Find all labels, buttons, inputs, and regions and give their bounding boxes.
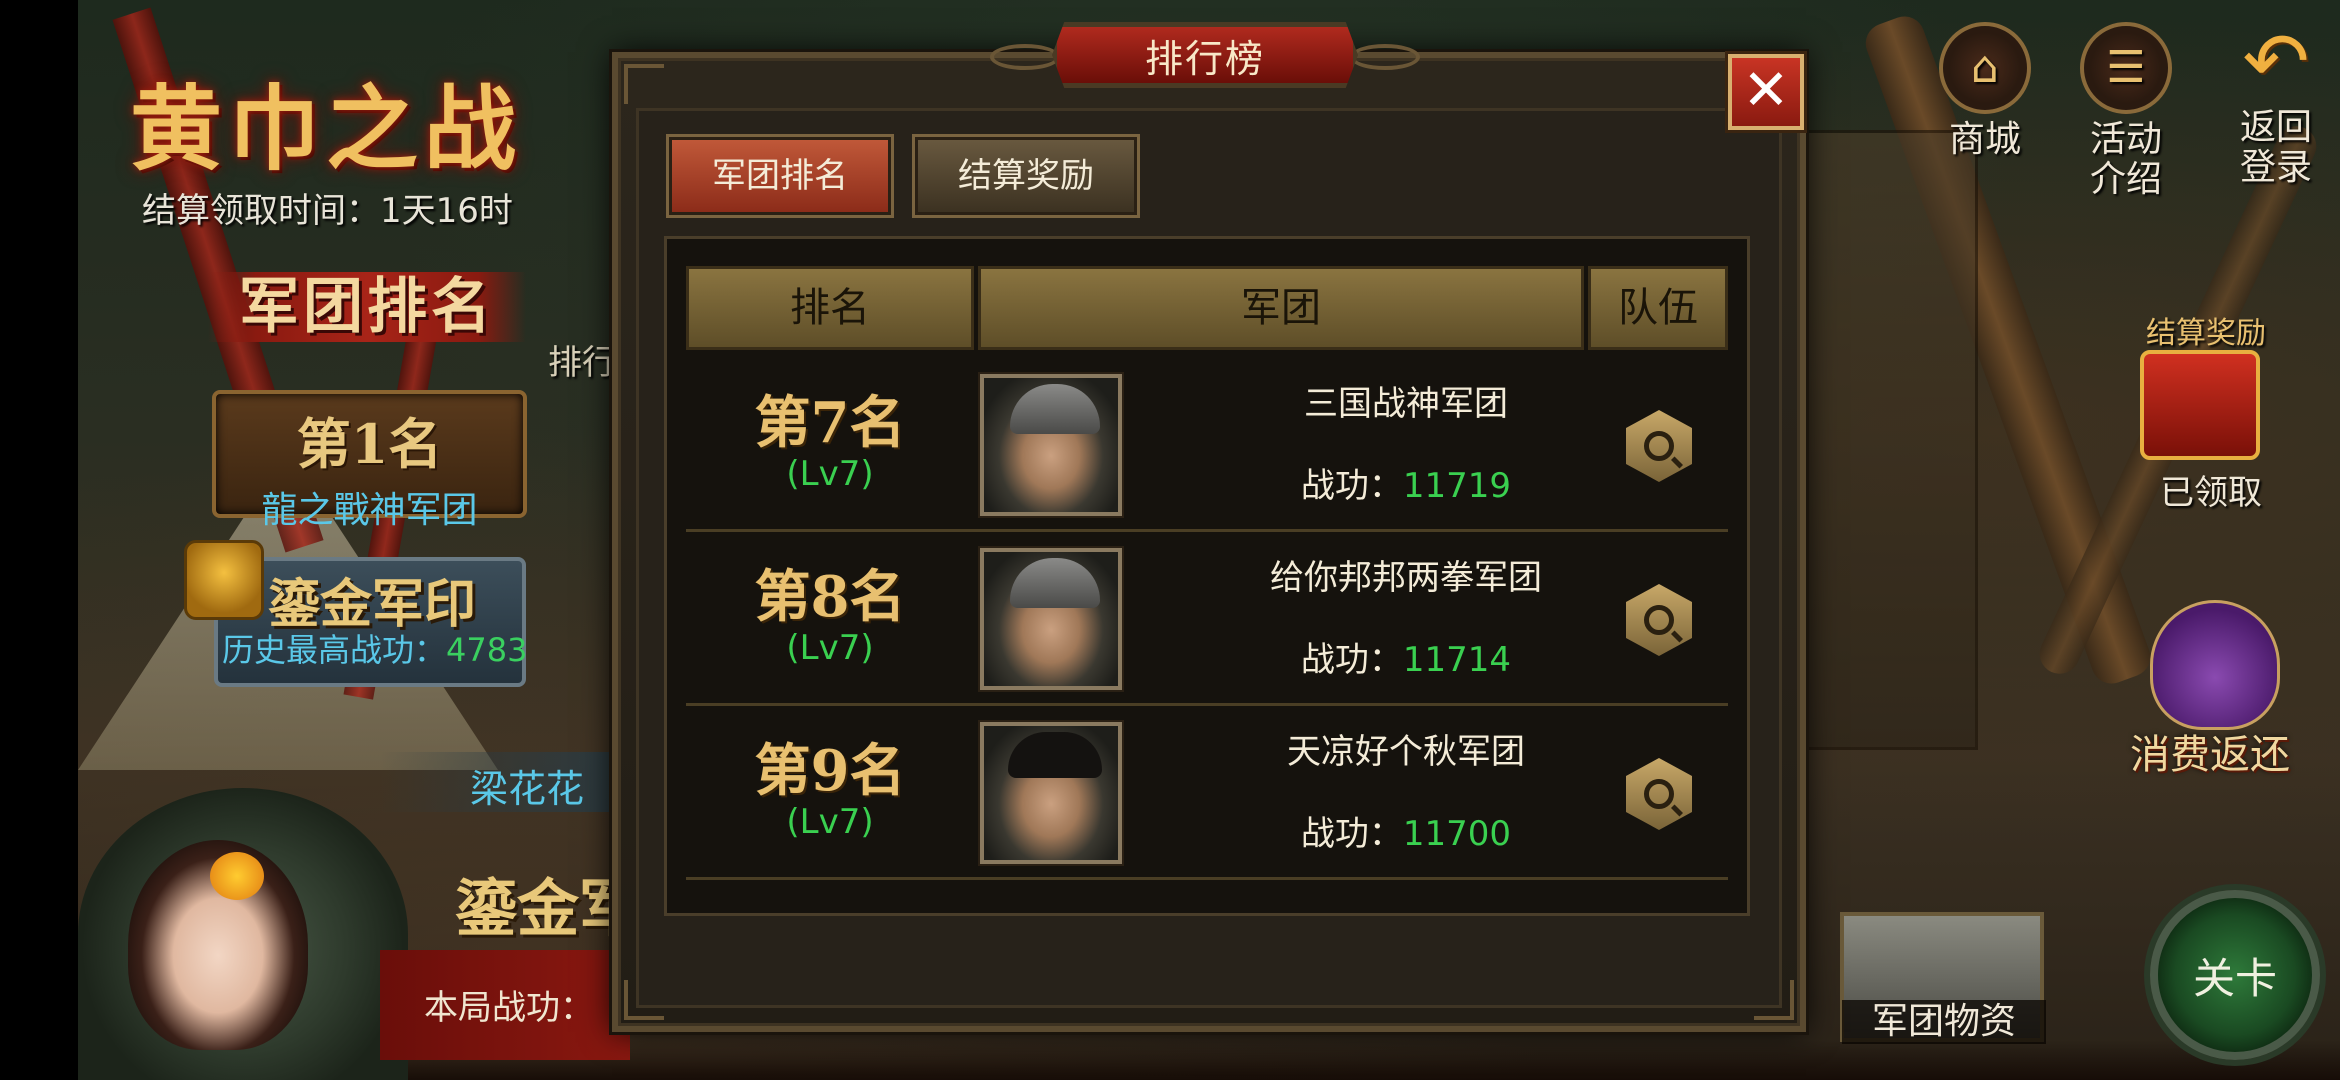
legion-rank-ribbon: 军团排名 <box>208 272 526 342</box>
screen-edge <box>0 0 78 1080</box>
row-divider <box>686 877 1728 880</box>
rank-number: 第7名 <box>754 390 906 456</box>
legion-name: 三国战神军团 <box>1304 384 1508 424</box>
stage-label: 关卡 <box>2192 953 2277 1003</box>
title-ornament <box>1350 44 1420 70</box>
background-tower <box>1798 130 1978 750</box>
back-button[interactable]: ↶ 返回登录 <box>2226 22 2326 188</box>
score-value: 11700 <box>1402 814 1512 854</box>
magnifier-icon <box>1644 605 1674 635</box>
activity-label: 活动介绍 <box>2089 119 2162 200</box>
dialog-title: 排行榜 <box>1052 22 1358 88</box>
magnifier-icon <box>1644 431 1674 461</box>
back-arrow-icon: ↶ <box>2242 15 2310 108</box>
score-value: 11719 <box>1402 466 1512 506</box>
tab-legion-rank[interactable]: 军团排名 <box>666 134 894 218</box>
leader-portrait <box>980 722 1122 864</box>
treasure-chest-icon[interactable] <box>2140 350 2260 460</box>
claimed-label: 已领取 <box>2160 473 2262 513</box>
consume-return-label[interactable]: 消费返还 <box>2130 722 2290 780</box>
column-header-rank: 排名 <box>686 266 974 350</box>
shop-button[interactable]: ⌂ 商城 <box>1930 22 2040 160</box>
legion-score: 战功：11700 <box>1126 806 1686 855</box>
rank-number: 第8名 <box>754 564 906 630</box>
history-score-value: 4783 <box>446 631 528 669</box>
column-header-legion: 军团 <box>978 266 1584 350</box>
legion-name: 给你邦邦两拳军团 <box>1270 558 1542 598</box>
legion-score: 战功：11714 <box>1126 632 1686 681</box>
score-label: 战功： <box>1300 640 1403 680</box>
score-label: 战功： <box>1300 814 1403 854</box>
score-label: 战功： <box>1300 466 1403 506</box>
player-name: 梁花花 <box>470 767 585 811</box>
stage-button[interactable]: 关卡 <box>2150 890 2320 1060</box>
corner-ornament <box>624 64 664 104</box>
side-rank-button[interactable]: 排行 <box>548 335 616 384</box>
legion-name: 天凉好个秋军团 <box>1287 732 1525 772</box>
legion-level: (Lv7) <box>786 628 874 668</box>
shop-label: 商城 <box>1948 119 2021 160</box>
title-ornament <box>990 44 1060 70</box>
legion-level: (Lv7) <box>786 802 874 842</box>
table-row: 第9名 (Lv7) 天凉好个秋军团 战功：11700 <box>686 706 1728 880</box>
top-rank-legion: 龍之戰神军团 <box>261 490 478 531</box>
corner-ornament <box>1754 980 1794 1020</box>
event-title: 黄巾之战 <box>130 75 523 183</box>
seal-icon <box>184 540 264 620</box>
flower-icon <box>210 852 264 900</box>
helmet-shape <box>1010 558 1100 608</box>
top-rank-card[interactable]: 第1名 龍之戰神军团 <box>212 390 527 531</box>
tab-settle-reward[interactable]: 结算奖励 <box>912 134 1140 218</box>
history-score: 历史最高战功：4783 <box>222 625 527 671</box>
close-button[interactable]: ✕ <box>1728 54 1804 130</box>
round-score-label: 本局战功： <box>424 988 594 1028</box>
legion-score: 战功：11719 <box>1126 458 1686 507</box>
settle-reward-label: 结算奖励 <box>2146 316 2266 351</box>
back-label: 返回登录 <box>2239 107 2312 188</box>
column-header-team: 队伍 <box>1588 266 1728 350</box>
magnifier-icon <box>1644 779 1674 809</box>
activity-icon: ☰ <box>2080 22 2172 114</box>
table-row: 第8名 (Lv7) 给你邦邦两拳军团 战功：11714 <box>686 532 1728 706</box>
gift-bag-icon[interactable] <box>2150 600 2280 730</box>
hair-shape <box>1008 732 1102 778</box>
leader-portrait <box>980 548 1122 690</box>
history-score-label: 历史最高战功： <box>222 631 447 669</box>
legion-level: (Lv7) <box>786 454 874 494</box>
legion-supply-label: 军团物资 <box>1842 1000 2046 1044</box>
activity-button[interactable]: ☰ 活动介绍 <box>2078 22 2174 200</box>
table-row: 第7名 (Lv7) 三国战神军团 战功：11719 <box>686 358 1728 532</box>
score-value: 11714 <box>1402 640 1512 680</box>
helmet-shape <box>1010 384 1100 434</box>
top-rank-number: 第1名 <box>296 412 443 476</box>
shop-icon: ⌂ <box>1939 22 2031 114</box>
rank-number: 第9名 <box>754 738 906 804</box>
leader-portrait <box>980 374 1122 516</box>
corner-ornament <box>624 980 664 1020</box>
settle-time-text: 结算领取时间：1天16时 <box>142 191 513 231</box>
